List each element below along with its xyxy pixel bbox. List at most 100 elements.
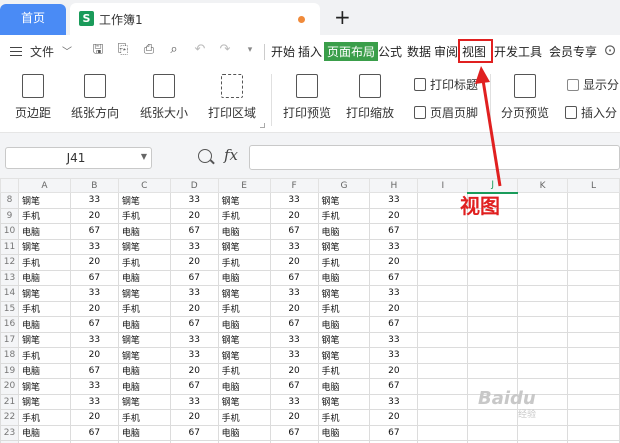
cell[interactable] — [517, 331, 569, 348]
cell[interactable]: 手机 — [117, 409, 171, 426]
cell[interactable]: 电脑 — [117, 378, 171, 395]
cell[interactable]: 电脑 — [17, 362, 71, 379]
cell[interactable]: 33 — [269, 347, 319, 364]
cell[interactable]: 钢笔 — [217, 238, 271, 255]
cell[interactable] — [567, 207, 620, 224]
dialog-launcher-icon[interactable] — [260, 123, 265, 128]
cell[interactable] — [517, 316, 569, 333]
cell[interactable]: 钢笔 — [217, 192, 271, 209]
cell[interactable] — [467, 316, 519, 333]
cell[interactable]: 钢笔 — [317, 347, 371, 364]
cell[interactable]: 20 — [269, 362, 319, 379]
cell[interactable]: 电脑 — [217, 223, 271, 240]
row-header[interactable]: 19 — [0, 362, 19, 379]
menu-home[interactable]: 开始 — [271, 43, 295, 60]
cell[interactable]: 手机 — [17, 254, 71, 271]
cell[interactable]: 手机 — [217, 300, 271, 317]
cell[interactable]: 钢笔 — [217, 285, 271, 302]
cell[interactable]: 电脑 — [317, 378, 371, 395]
cell[interactable]: 钢笔 — [317, 331, 371, 348]
cell[interactable]: 67 — [69, 362, 119, 379]
cell[interactable]: 钢笔 — [17, 238, 71, 255]
cell[interactable]: 电脑 — [17, 223, 71, 240]
column-header-f[interactable]: F — [269, 178, 319, 193]
cell[interactable]: 20 — [169, 300, 219, 317]
cell[interactable]: 手机 — [17, 409, 71, 426]
cell[interactable]: 67 — [269, 316, 319, 333]
cell[interactable]: 67 — [169, 424, 219, 441]
paper-size-button[interactable]: 纸张大小 — [133, 68, 195, 121]
cell[interactable] — [467, 362, 519, 379]
cell[interactable]: 手机 — [117, 254, 171, 271]
cell[interactable]: 33 — [69, 285, 119, 302]
tab-home[interactable]: 首页 — [0, 4, 66, 35]
cell[interactable]: 钢笔 — [117, 347, 171, 364]
menu-member[interactable]: 会员专享 — [549, 43, 597, 60]
tab-workbook[interactable]: S 工作簿1 — [70, 3, 320, 35]
cell[interactable] — [467, 269, 519, 286]
cell[interactable]: 20 — [369, 362, 419, 379]
cell[interactable] — [517, 424, 569, 441]
export-icon[interactable]: ⎘ — [116, 43, 130, 57]
margins-button[interactable]: 页边距 — [6, 68, 60, 121]
column-header-a[interactable]: A — [17, 178, 71, 193]
show-breaks-checkbox[interactable]: 显示分 — [567, 76, 619, 93]
cell[interactable] — [417, 269, 469, 286]
cell[interactable]: 手机 — [217, 409, 271, 426]
cell[interactable] — [567, 300, 620, 317]
column-header-e[interactable]: E — [217, 178, 271, 193]
cell[interactable] — [467, 285, 519, 302]
cell[interactable]: 67 — [369, 223, 419, 240]
row-header[interactable]: 17 — [0, 331, 19, 348]
cell[interactable]: 33 — [369, 285, 419, 302]
cell[interactable]: 67 — [69, 223, 119, 240]
cell[interactable] — [567, 316, 620, 333]
menu-file[interactable]: 文件 — [30, 43, 54, 60]
cell[interactable] — [467, 424, 519, 441]
cell[interactable]: 20 — [69, 207, 119, 224]
cell[interactable]: 钢笔 — [17, 331, 71, 348]
function-icon[interactable]: fx — [224, 146, 238, 164]
cell[interactable]: 钢笔 — [17, 393, 71, 410]
row-header[interactable]: 16 — [0, 316, 19, 333]
cell[interactable] — [567, 409, 620, 426]
cell[interactable]: 33 — [269, 192, 319, 209]
cell[interactable]: 20 — [69, 409, 119, 426]
redo-icon[interactable]: ↷ — [218, 43, 232, 57]
cell[interactable] — [417, 331, 469, 348]
name-box[interactable]: J41 ▼ — [5, 147, 152, 169]
cell[interactable] — [417, 285, 469, 302]
cell[interactable]: 手机 — [117, 207, 171, 224]
new-tab-button[interactable]: + — [334, 6, 351, 28]
cell[interactable] — [567, 331, 620, 348]
hamburger-menu-icon[interactable] — [10, 47, 22, 56]
row-header[interactable]: 22 — [0, 409, 19, 426]
menu-formulas[interactable]: 公式 — [378, 43, 402, 60]
cell[interactable] — [417, 223, 469, 240]
cell[interactable]: 33 — [369, 238, 419, 255]
menu-review[interactable]: 审阅 — [434, 43, 458, 60]
menu-page-layout[interactable]: 页面布局 — [324, 42, 379, 61]
print-titles-button[interactable]: 打印标题 — [414, 76, 478, 93]
cell[interactable]: 手机 — [317, 300, 371, 317]
cell[interactable]: 67 — [69, 424, 119, 441]
cell[interactable] — [567, 269, 620, 286]
cell[interactable]: 电脑 — [217, 269, 271, 286]
row-header[interactable]: 18 — [0, 347, 19, 364]
row-header[interactable]: 11 — [0, 238, 19, 255]
undo-icon[interactable]: ↶ — [193, 43, 207, 57]
cell[interactable] — [417, 362, 469, 379]
cell[interactable]: 33 — [369, 393, 419, 410]
cell[interactable]: 电脑 — [317, 223, 371, 240]
cell[interactable]: 67 — [369, 269, 419, 286]
cell[interactable]: 钢笔 — [317, 238, 371, 255]
cell[interactable]: 电脑 — [317, 269, 371, 286]
cell[interactable]: 20 — [169, 409, 219, 426]
cell[interactable]: 67 — [269, 269, 319, 286]
cell[interactable]: 20 — [269, 409, 319, 426]
cell[interactable]: 20 — [169, 362, 219, 379]
cell[interactable]: 67 — [169, 223, 219, 240]
cell[interactable]: 20 — [69, 347, 119, 364]
cell[interactable]: 电脑 — [117, 223, 171, 240]
cell[interactable] — [417, 378, 469, 395]
